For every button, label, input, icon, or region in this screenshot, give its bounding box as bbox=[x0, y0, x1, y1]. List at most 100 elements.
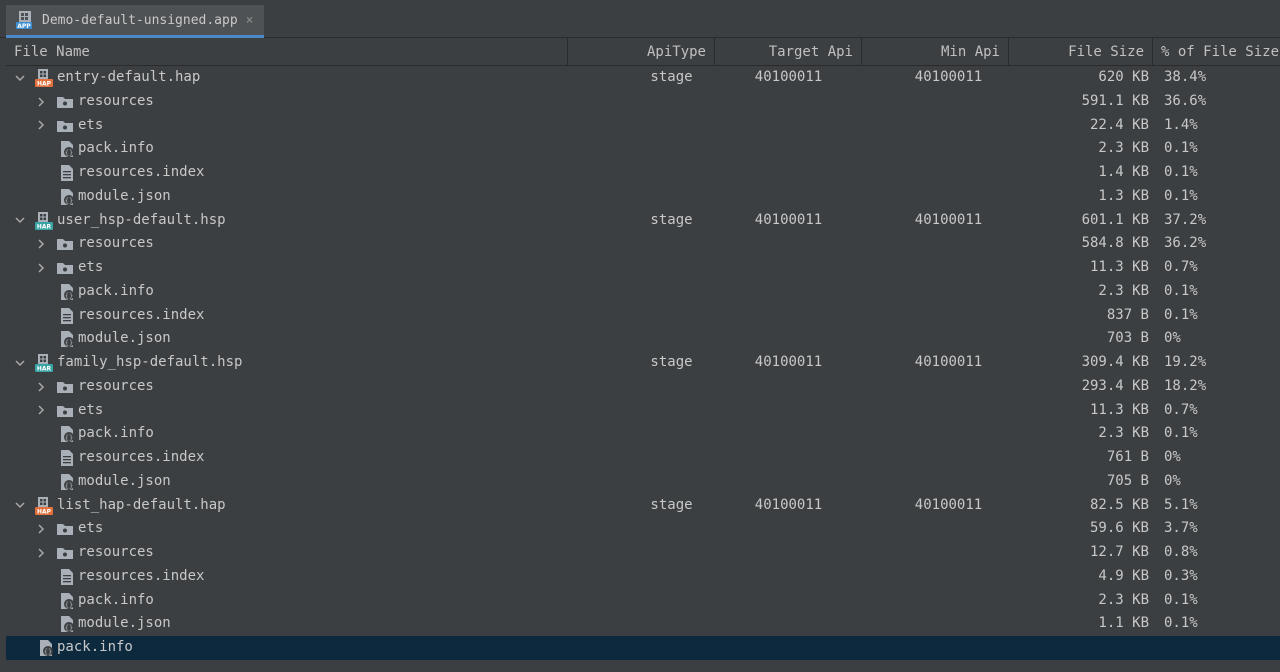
percent-cell: 0.7% bbox=[1164, 259, 1198, 275]
table-row[interactable]: {} module.json 703 B 0% bbox=[6, 327, 1280, 351]
chevron-down-icon[interactable] bbox=[13, 209, 27, 233]
file-name-label: resources.index bbox=[78, 567, 205, 584]
target-api-cell: 40100011 bbox=[754, 354, 823, 370]
table-row[interactable]: resources.index 837 B 0.1% bbox=[6, 304, 1280, 328]
folder-icon bbox=[56, 520, 74, 538]
column-header-file-name[interactable]: File Name bbox=[6, 38, 568, 66]
file-name-cell: {} module.json bbox=[6, 612, 568, 636]
json-file-icon: {} bbox=[58, 425, 76, 443]
table-row[interactable]: {} module.json 705 B 0% bbox=[6, 470, 1280, 494]
text-file-icon bbox=[58, 568, 76, 586]
json-file-icon: {} bbox=[58, 330, 76, 348]
json-file-icon: {} bbox=[37, 639, 55, 657]
table-row[interactable]: ets 22.4 KB 1.4% bbox=[6, 114, 1280, 138]
table-row[interactable]: HAP list_hap-default.hap stage 40100011 4010… bbox=[6, 494, 1280, 518]
file-size-cell: 22.4 KB bbox=[1089, 116, 1149, 133]
file-name-cell: ets bbox=[6, 399, 568, 423]
chevron-right-icon[interactable] bbox=[34, 256, 48, 280]
table-row[interactable]: {} module.json 1.1 KB 0.1% bbox=[6, 612, 1280, 636]
file-name-cell: resources bbox=[6, 375, 568, 399]
file-size-cell: 293.4 KB bbox=[1081, 377, 1149, 394]
table-row[interactable]: {} pack.info bbox=[6, 636, 1280, 660]
table-row[interactable]: ets 11.3 KB 0.7% bbox=[6, 256, 1280, 280]
table-row[interactable]: resources 293.4 KB 18.2% bbox=[6, 375, 1280, 399]
table-row[interactable]: {} pack.info 2.3 KB 0.1% bbox=[6, 137, 1280, 161]
svg-text:{}: {} bbox=[65, 434, 73, 442]
json-file-icon: {} bbox=[58, 592, 76, 610]
file-size-cell: 4.9 KB bbox=[1098, 567, 1149, 584]
file-name-label: family_hsp-default.hsp bbox=[57, 354, 243, 370]
svg-text:HAR: HAR bbox=[37, 223, 52, 230]
file-name-label: ets bbox=[78, 116, 104, 133]
svg-text:{}: {} bbox=[65, 197, 73, 205]
tab-demo-app[interactable]: APP Demo-default-unsigned.app × bbox=[6, 5, 264, 38]
file-name-cell: HAP entry-default.hap bbox=[6, 66, 568, 90]
folder-icon bbox=[56, 93, 74, 111]
file-name-label: module.json bbox=[78, 472, 171, 489]
table-row[interactable]: ets 11.3 KB 0.7% bbox=[6, 399, 1280, 423]
api-type-cell: stage bbox=[650, 354, 693, 370]
file-name-label: module.json bbox=[78, 615, 171, 632]
table-row[interactable]: resources 584.8 KB 36.2% bbox=[6, 232, 1280, 256]
percent-cell: 0.1% bbox=[1164, 140, 1198, 157]
json-file-icon: {} bbox=[58, 283, 76, 301]
percent-cell: 38.4% bbox=[1164, 69, 1207, 85]
table-row[interactable]: resources.index 4.9 KB 0.3% bbox=[6, 565, 1280, 589]
chevron-right-icon[interactable] bbox=[34, 232, 48, 256]
chevron-right-icon[interactable] bbox=[34, 541, 48, 565]
chevron-right-icon[interactable] bbox=[34, 90, 48, 114]
table-row[interactable]: {} module.json 1.3 KB 0.1% bbox=[6, 185, 1280, 209]
percent-cell: 19.2% bbox=[1164, 354, 1207, 370]
chevron-right-icon[interactable] bbox=[34, 399, 48, 423]
percent-cell: 0.1% bbox=[1164, 164, 1198, 180]
min-api-cell: 40100011 bbox=[914, 69, 983, 85]
percent-cell: 0.1% bbox=[1164, 425, 1198, 442]
chevron-right-icon[interactable] bbox=[34, 375, 48, 399]
column-header-target-api[interactable]: Target Api bbox=[715, 38, 862, 66]
column-header-percent[interactable]: % of File Size bbox=[1153, 38, 1280, 66]
json-file-icon: {} bbox=[58, 615, 76, 633]
close-icon[interactable]: × bbox=[246, 13, 254, 28]
file-size-cell: 1.1 KB bbox=[1098, 615, 1149, 632]
hap-module-icon: HAP bbox=[35, 69, 53, 88]
table-row[interactable]: resources 12.7 KB 0.8% bbox=[6, 541, 1280, 565]
tab-title: Demo-default-unsigned.app bbox=[42, 12, 238, 28]
percent-cell: 0.1% bbox=[1164, 282, 1198, 299]
file-name-cell: resources.index bbox=[6, 446, 568, 470]
table-row[interactable]: ets 59.6 KB 3.7% bbox=[6, 517, 1280, 541]
column-header-file-size[interactable]: File Size bbox=[1009, 38, 1153, 66]
file-name-label: pack.info bbox=[78, 591, 154, 608]
svg-text:APP: APP bbox=[17, 23, 31, 30]
table-row[interactable]: {} pack.info 2.3 KB 0.1% bbox=[6, 422, 1280, 446]
percent-cell: 3.7% bbox=[1164, 520, 1198, 537]
percent-cell: 0.1% bbox=[1164, 306, 1198, 323]
column-header-min-api[interactable]: Min Api bbox=[862, 38, 1009, 66]
column-header-api-type[interactable]: ApiType bbox=[568, 38, 715, 66]
table-row[interactable]: HAR family_hsp-default.hsp stage 40100011 40… bbox=[6, 351, 1280, 375]
percent-cell: 0.3% bbox=[1164, 567, 1198, 584]
table-row[interactable]: resources.index 761 B 0% bbox=[6, 446, 1280, 470]
table-row[interactable]: {} pack.info 2.3 KB 0.1% bbox=[6, 280, 1280, 304]
file-size-cell: 584.8 KB bbox=[1081, 235, 1149, 252]
table-row[interactable]: resources.index 1.4 KB 0.1% bbox=[6, 161, 1280, 185]
table-row[interactable]: HAP entry-default.hap stage 40100011 4010001… bbox=[6, 66, 1280, 90]
chevron-right-icon[interactable] bbox=[34, 517, 48, 541]
file-name-label: resources.index bbox=[78, 306, 205, 323]
file-name-cell: {} pack.info bbox=[6, 636, 568, 660]
chevron-right-icon[interactable] bbox=[34, 114, 48, 138]
file-size-cell: 59.6 KB bbox=[1089, 520, 1149, 537]
file-name-cell: resources.index bbox=[6, 161, 568, 185]
folder-icon bbox=[56, 378, 74, 396]
table-row[interactable]: {} pack.info 2.3 KB 0.1% bbox=[6, 589, 1280, 613]
file-name-label: resources bbox=[78, 544, 154, 560]
folder-icon bbox=[56, 235, 74, 253]
file-name-label: resources.index bbox=[78, 164, 205, 180]
chevron-down-icon[interactable] bbox=[13, 351, 27, 375]
file-size-cell: 2.3 KB bbox=[1098, 282, 1149, 299]
chevron-down-icon[interactable] bbox=[13, 494, 27, 518]
chevron-down-icon[interactable] bbox=[13, 66, 27, 90]
percent-cell: 0% bbox=[1164, 330, 1181, 347]
table-row[interactable]: HAR user_hsp-default.hsp stage 40100011 4010… bbox=[6, 209, 1280, 233]
percent-cell: 0.1% bbox=[1164, 615, 1198, 632]
table-row[interactable]: resources 591.1 KB 36.6% bbox=[6, 90, 1280, 114]
